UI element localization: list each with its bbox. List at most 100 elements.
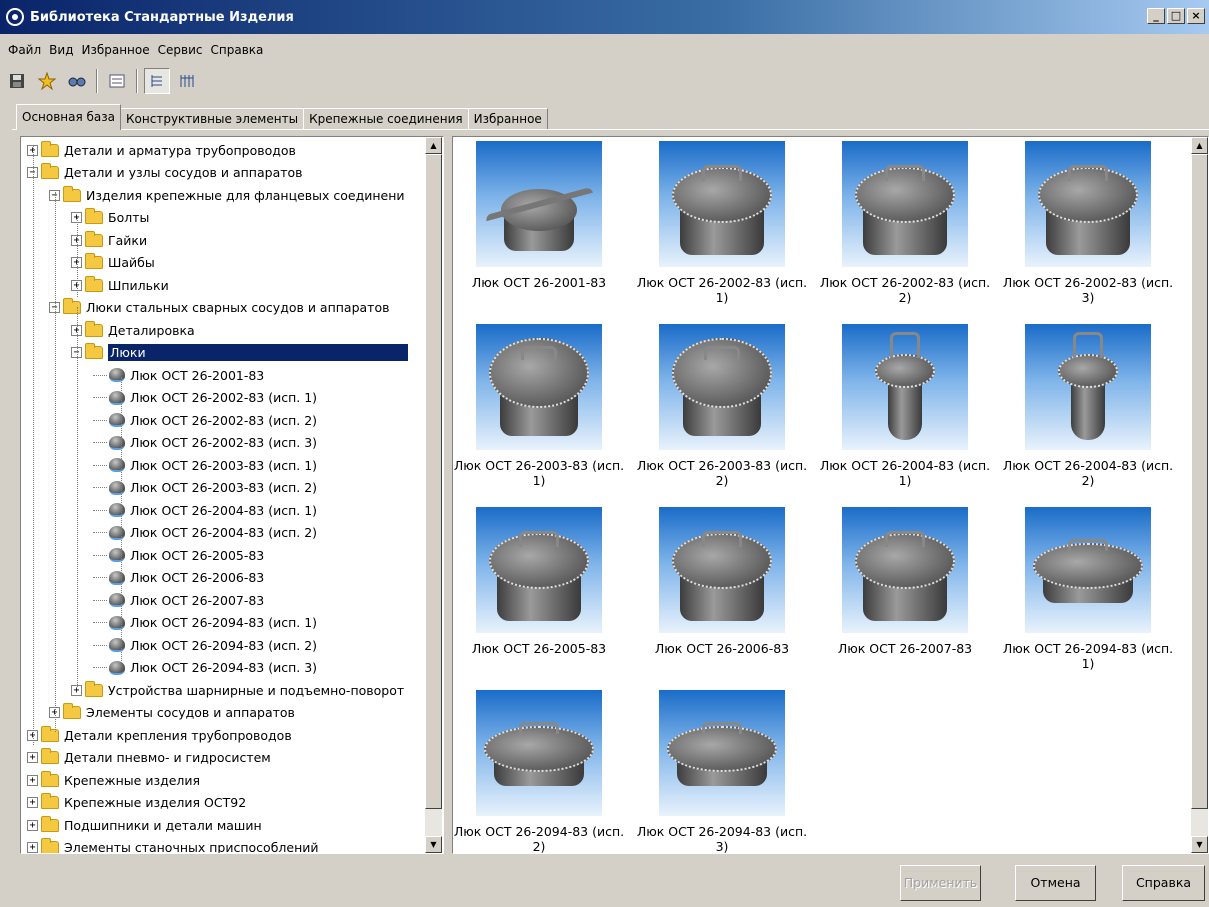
tree-item-hatch[interactable]: Люк ОСТ 26-2094-83 (исп. 1)	[93, 612, 317, 634]
close-button[interactable]: ×	[1187, 8, 1205, 24]
tab-fastener-joints[interactable]: Крепежные соединения	[303, 108, 469, 130]
gallery-scrollbar[interactable]: ▲ ▼	[1191, 137, 1208, 853]
menu-file[interactable]: Файл	[4, 43, 45, 57]
menu-view[interactable]: Вид	[45, 43, 77, 57]
gallery-scroll-down[interactable]: ▼	[1191, 836, 1208, 853]
tree-item-label: Болты	[108, 210, 150, 225]
tree-item-hatch[interactable]: Люк ОСТ 26-2003-83 (исп. 2)	[93, 477, 317, 499]
minimize-button[interactable]: _	[1147, 8, 1165, 24]
tree-scroll-down[interactable]: ▼	[425, 836, 442, 853]
tab-favorites[interactable]: Избранное	[467, 108, 548, 130]
tree-item-hatch[interactable]: Люк ОСТ 26-2002-83 (исп. 1)	[93, 387, 317, 409]
catalog-tree: + Детали и арматура трубопроводов − Детали …	[20, 136, 444, 854]
title-bar: Библиотека Стандартные Изделия _ □ ×	[0, 0, 1209, 34]
gallery-item[interactable]: Люк ОСТ 26-2094-83 (исп. 1)	[998, 507, 1178, 671]
tree-item-folder[interactable]: + Элементы сосудов и аппаратов	[49, 702, 295, 724]
hatch-handle-shape	[519, 722, 559, 734]
folder-icon	[41, 815, 59, 832]
toolbar-separator	[96, 69, 98, 93]
folder-icon	[85, 275, 103, 292]
menu-help[interactable]: Справка	[207, 43, 268, 57]
tree-item-folder[interactable]: + Крепежные изделия ОСТ92	[27, 792, 246, 814]
tree-connector-line	[77, 217, 78, 297]
save-icon[interactable]	[4, 68, 30, 94]
tree-item-hatch[interactable]: Люк ОСТ 26-2007-83	[93, 589, 264, 611]
menu-bar: Файл Вид Избранное Сервис Справка	[0, 38, 1209, 62]
tree-item-hatch[interactable]: Люк ОСТ 26-2003-83 (исп. 1)	[93, 454, 317, 476]
gallery-item[interactable]: Люк ОСТ 26-2094-83 (исп. 2)	[453, 690, 629, 853]
list-view-icon[interactable]	[104, 68, 130, 94]
tree-scroll-thumb[interactable]	[425, 154, 442, 809]
tab-structural-elements[interactable]: Конструктивные элементы	[120, 108, 305, 130]
hatch-handle-shape	[521, 346, 557, 360]
tree-item-folder[interactable]: + Гайки	[71, 229, 147, 251]
tree-connector-line	[33, 145, 34, 745]
tree-view-icon[interactable]	[144, 68, 170, 94]
tree-item-folder[interactable]: + Детали и арматура трубопроводов	[27, 139, 296, 161]
tree-item-folder[interactable]: + Устройства шарнирные и подъемно-поворот	[71, 679, 404, 701]
gallery-scroll-up[interactable]: ▲	[1191, 137, 1208, 154]
folder-icon	[41, 725, 59, 742]
gallery-item[interactable]: Люк ОСТ 26-2001-83	[453, 141, 629, 290]
tree-scrollbar[interactable]: ▲ ▼	[425, 137, 442, 853]
add-favorite-icon[interactable]	[34, 68, 60, 94]
tree-item-hatch[interactable]: Люк ОСТ 26-2004-83 (исп. 1)	[93, 499, 317, 521]
tab-main-base[interactable]: Основная база	[16, 104, 122, 130]
tree-item-folder[interactable]: + Детали пневмо- и гидросистем	[27, 747, 271, 769]
tree-item-label: Детали и арматура трубопроводов	[64, 142, 296, 158]
gallery-item-caption: Люк ОСТ 26-2001-83	[471, 275, 607, 290]
tree-item-hatch[interactable]: Люк ОСТ 26-2002-83 (исп. 3)	[93, 432, 317, 454]
tree-item-folder[interactable]: + Шайбы	[71, 252, 155, 274]
gallery-item-caption: Люк ОСТ 26-2007-83	[837, 641, 973, 656]
gallery-item[interactable]: Люк ОСТ 26-2005-83	[453, 507, 629, 656]
tree-scroll-up[interactable]: ▲	[425, 137, 442, 154]
tree-item-folder[interactable]: + Шпильки	[71, 274, 169, 296]
gallery-item[interactable]: Люк ОСТ 26-2007-83	[815, 507, 995, 656]
tree-item-hatch[interactable]: Люк ОСТ 26-2094-83 (исп. 2)	[93, 634, 317, 656]
gallery-item[interactable]: Люк ОСТ 26-2002-83 (исп. 3)	[998, 141, 1178, 305]
tree-item-hatch[interactable]: Люк ОСТ 26-2094-83 (исп. 3)	[93, 657, 317, 679]
gallery-item[interactable]: Люк ОСТ 26-2002-83 (исп. 1)	[632, 141, 812, 305]
details-view-icon[interactable]	[174, 68, 200, 94]
hatch-model-icon	[109, 570, 125, 585]
apply-button[interactable]: Применить	[900, 865, 981, 901]
hatch-model-icon	[109, 368, 125, 382]
gallery-item[interactable]: Люк ОСТ 26-2094-83 (исп. 3)	[632, 690, 812, 853]
tree-item-folder[interactable]: + Подшипники и детали машин	[27, 814, 262, 836]
expand-icon[interactable]: +	[27, 842, 38, 853]
menu-service[interactable]: Сервис	[154, 43, 207, 57]
gallery-item[interactable]: Люк ОСТ 26-2003-83 (исп. 1)	[453, 324, 629, 488]
search-icon[interactable]	[64, 68, 90, 94]
tree-item-folder[interactable]: − Детали и узлы сосудов и аппаратов	[27, 162, 303, 184]
tree-item-folder[interactable]: − Люки стальных сварных сосудов и аппарат…	[49, 297, 389, 319]
tree-item-label: Элементы станочных приспособлений	[64, 840, 319, 854]
tree-item-label: Люк ОСТ 26-2002-83 (исп. 2)	[130, 412, 318, 428]
tree-item-folder[interactable]: + Крепежные изделия	[27, 769, 200, 791]
gallery-item[interactable]: Люк ОСТ 26-2002-83 (исп. 2)	[815, 141, 995, 305]
tree-item-folder[interactable]: + Детали крепления трубопроводов	[27, 724, 292, 746]
help-button[interactable]: Справка	[1122, 865, 1205, 901]
gallery-item[interactable]: Люк ОСТ 26-2003-83 (исп. 2)	[632, 324, 812, 488]
gallery-item[interactable]: Люк ОСТ 26-2004-83 (исп. 2)	[998, 324, 1178, 488]
tree-item-hatch[interactable]: Люк ОСТ 26-2006-83	[93, 567, 264, 589]
tree-item-hatch[interactable]: Люк ОСТ 26-2002-83 (исп. 2)	[93, 409, 317, 431]
tree-item-folder[interactable]: + Деталировка	[71, 319, 195, 341]
gallery-item[interactable]: Люк ОСТ 26-2004-83 (исп. 1)	[815, 324, 995, 488]
tree-item-hatch[interactable]: Люк ОСТ 26-2005-83	[93, 544, 264, 566]
expand-icon[interactable]: +	[27, 797, 38, 808]
tree-item-folder[interactable]: + Болты	[71, 207, 149, 229]
tree-item-folder[interactable]: − Изделия крепежные для фланцевых соедине…	[49, 184, 405, 206]
tree-item-hatch[interactable]: Люк ОСТ 26-2004-83 (исп. 2)	[93, 522, 317, 544]
tree-item-hatch[interactable]: Люк ОСТ 26-2001-83	[93, 364, 264, 386]
maximize-button[interactable]: □	[1167, 8, 1185, 24]
menu-favorites[interactable]: Избранное	[77, 43, 153, 57]
tree-item-folder[interactable]: + Элементы станочных приспособлений	[27, 837, 319, 854]
expand-icon[interactable]: +	[27, 752, 38, 763]
gallery-item[interactable]: Люк ОСТ 26-2006-83	[632, 507, 812, 656]
tree-item-folder[interactable]: − Люки	[71, 342, 408, 364]
expand-icon[interactable]: +	[27, 774, 38, 786]
cancel-button[interactable]: Отмена	[1015, 865, 1096, 901]
expand-icon[interactable]: +	[27, 819, 38, 831]
tree-item-label: Люк ОСТ 26-2094-83 (исп. 3)	[130, 660, 318, 675]
gallery-scroll-thumb[interactable]	[1191, 154, 1208, 809]
